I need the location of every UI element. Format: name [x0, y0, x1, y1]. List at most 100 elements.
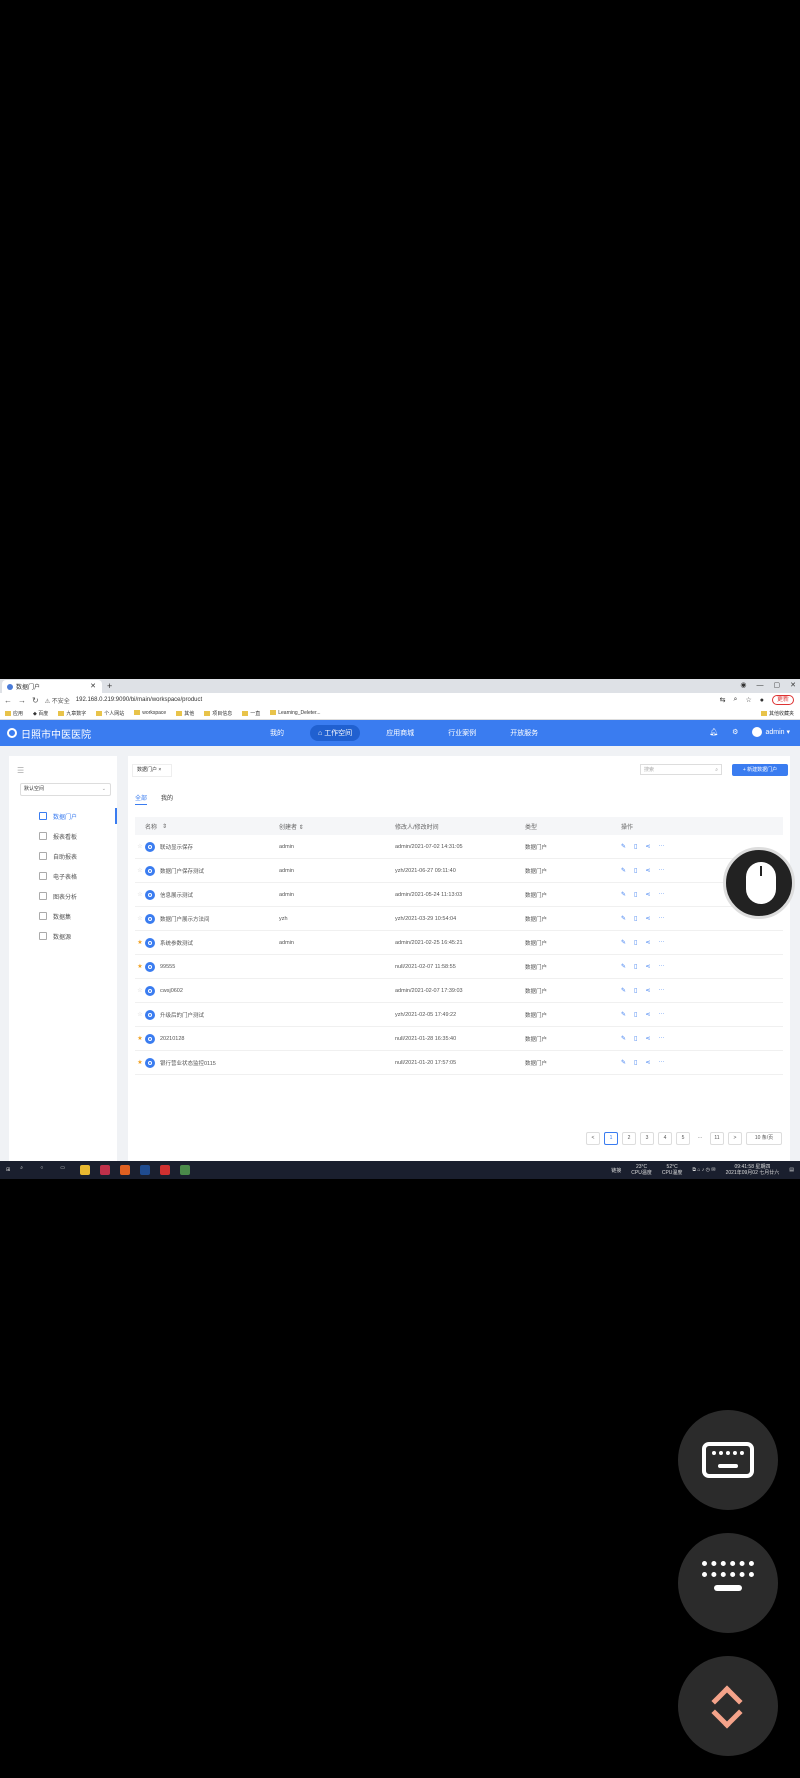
browser-tab[interactable]: 数据门户 ✕: [2, 680, 102, 693]
share-icon[interactable]: ⋖: [645, 867, 650, 874]
bookmark-item[interactable]: 应用: [5, 710, 23, 717]
page-button[interactable]: 1: [604, 1132, 618, 1145]
bookmark-item[interactable]: workspace: [134, 710, 166, 716]
search-input[interactable]: 搜索 ⌕: [640, 764, 722, 775]
more-icon[interactable]: ···: [658, 1035, 664, 1042]
more-icon[interactable]: ···: [658, 915, 664, 922]
share-icon[interactable]: ⋖: [645, 843, 650, 850]
row-name[interactable]: 升级后的门户测试: [160, 1011, 204, 1019]
nav-item-workspace[interactable]: ⌂ 工作空间: [310, 725, 361, 741]
mouse-mode-button[interactable]: [723, 847, 795, 919]
prev-page-button[interactable]: <: [586, 1132, 600, 1145]
star-icon[interactable]: ★: [135, 963, 145, 970]
sidebar-item-chart-analysis[interactable]: 图表分析: [9, 886, 117, 906]
star-icon[interactable]: ☆: [135, 843, 145, 850]
workspace-select[interactable]: 默认空间 ⌄: [20, 783, 111, 796]
more-icon[interactable]: ···: [658, 987, 664, 994]
forward-arrow-icon[interactable]: →: [18, 696, 26, 705]
table-row[interactable]: ★ 系统参数测试 admin admin/2021-02-25 16:45:21 数据门…: [135, 931, 783, 955]
search-icon[interactable]: ⌕: [20, 1165, 30, 1175]
nav-item-store[interactable]: 应用商城: [378, 725, 422, 741]
row-name[interactable]: 信息展示测试: [160, 891, 193, 899]
bookmark-item[interactable]: 项目信息: [204, 710, 232, 717]
more-icon[interactable]: ···: [658, 891, 664, 898]
app-logo[interactable]: 日照市中医医院: [7, 726, 91, 741]
table-row[interactable]: ★ 20210128 null/2021-01-28 16:35:40 数据门户 ✎ ▯ ⋖…: [135, 1027, 783, 1051]
page-button[interactable]: 5: [676, 1132, 690, 1145]
table-row[interactable]: ☆ 升级后的门户测试 yzh/2021-02-05 17:49:22 数据门户 ✎ ▯ ⋖ ·…: [135, 1003, 783, 1027]
more-icon[interactable]: ···: [658, 843, 664, 850]
star-icon[interactable]: ★: [135, 939, 145, 946]
notification-icon[interactable]: ▤: [789, 1167, 794, 1173]
edit-icon[interactable]: ✎: [621, 987, 626, 994]
bookmark-item[interactable]: 九章数字: [58, 710, 86, 717]
copy-icon[interactable]: ▯: [634, 1035, 637, 1042]
link-label[interactable]: 链接: [611, 1167, 621, 1174]
task-view-icon[interactable]: ▭: [60, 1165, 70, 1175]
edit-icon[interactable]: ✎: [621, 891, 626, 898]
sidebar-item-data-portal[interactable]: 数据门户: [9, 806, 117, 826]
star-icon[interactable]: ☆: [135, 987, 145, 994]
star-icon[interactable]: ☆: [135, 915, 145, 922]
column-header-name[interactable]: 名称 ⇕: [145, 822, 279, 831]
copy-icon[interactable]: ▯: [634, 843, 637, 850]
page-button[interactable]: 3: [640, 1132, 654, 1145]
row-name[interactable]: 银行营业状态监控0115: [160, 1059, 216, 1067]
row-name[interactable]: 系统参数测试: [160, 939, 193, 947]
close-icon[interactable]: ×: [158, 767, 161, 773]
share-icon[interactable]: ⋖: [645, 1059, 650, 1066]
edit-icon[interactable]: ✎: [621, 1035, 626, 1042]
bookmark-item[interactable]: ◆ 百度: [33, 710, 48, 717]
reload-icon[interactable]: ↻: [32, 696, 39, 705]
sidebar-item-dashboard[interactable]: 报表看板: [9, 826, 117, 846]
share-icon[interactable]: ⋖: [645, 939, 650, 946]
next-page-button[interactable]: >: [728, 1132, 742, 1145]
table-row[interactable]: ☆ 数据门户展示方法间 yzh yzh/2021-03-29 10:54:04 数据门户…: [135, 907, 783, 931]
add-portal-button[interactable]: + 新建数据门户: [732, 764, 788, 776]
scroll-toggle-button[interactable]: [678, 1656, 778, 1756]
share-icon[interactable]: ⋖: [645, 987, 650, 994]
share-icon[interactable]: ⋖: [645, 891, 650, 898]
star-icon[interactable]: ☆: [135, 891, 145, 898]
row-name[interactable]: cwsj0602: [160, 988, 183, 994]
sidebar-item-datasource[interactable]: 数据源: [9, 926, 117, 946]
bookmark-item[interactable]: Learning_Deleter...: [270, 710, 321, 716]
user-menu[interactable]: admin ▾: [752, 727, 790, 737]
more-icon[interactable]: ···: [658, 939, 664, 946]
page-button[interactable]: 2: [622, 1132, 636, 1145]
bookmark-item[interactable]: 一直: [242, 710, 260, 717]
star-icon[interactable]: ★: [135, 1059, 145, 1066]
copy-icon[interactable]: ▯: [634, 987, 637, 994]
more-icon[interactable]: ···: [658, 1011, 664, 1018]
more-icon[interactable]: ···: [658, 1059, 664, 1066]
gear-icon[interactable]: ⚙: [732, 728, 738, 736]
edit-icon[interactable]: ✎: [621, 963, 626, 970]
url-field[interactable]: 192.168.0.219:9090/bi/main/workspace/pro…: [76, 697, 202, 703]
star-icon[interactable]: ☆: [135, 867, 145, 874]
table-row[interactable]: ★ 银行营业状态监控0115 null/2021-01-20 17:57:05 数据门…: [135, 1051, 783, 1075]
chrome-icon[interactable]: [180, 1165, 191, 1175]
virtual-keyboard-button[interactable]: [678, 1533, 778, 1633]
edit-icon[interactable]: ✎: [621, 1011, 626, 1018]
star-icon[interactable]: ☆: [135, 1011, 145, 1018]
edit-icon[interactable]: ✎: [621, 867, 626, 874]
page-size-select[interactable]: 10 条/页: [746, 1132, 782, 1145]
row-name[interactable]: 20210128: [160, 1036, 184, 1042]
column-header-creator[interactable]: 创建者 ⇕: [279, 822, 395, 831]
table-row[interactable]: ☆ 信息展示测试 admin admin/2021-05-24 11:13:03 数据门…: [135, 883, 783, 907]
bookmark-item[interactable]: 其他: [176, 710, 194, 717]
collapse-menu-icon[interactable]: ☰: [17, 766, 117, 775]
table-row[interactable]: ☆ cwsj0602 admin/2021-02-07 17:39:03 数据门户 ✎ ▯…: [135, 979, 783, 1003]
wps-icon[interactable]: [160, 1165, 171, 1175]
table-row[interactable]: ☆ 数据门户保存测试 admin yzh/2021-06-27 09:11:40 数据门…: [135, 859, 783, 883]
share-icon[interactable]: ⋖: [645, 1035, 650, 1042]
copy-icon[interactable]: ▯: [634, 1059, 637, 1066]
page-button[interactable]: 11: [710, 1132, 724, 1145]
nav-item-mine[interactable]: 我的: [262, 725, 292, 741]
row-name[interactable]: 数据门户展示方法间: [160, 915, 210, 923]
tab-close-icon[interactable]: ✕: [90, 682, 96, 690]
minimize-button[interactable]: —: [757, 680, 764, 692]
copy-icon[interactable]: ▯: [634, 939, 637, 946]
row-name[interactable]: 99555: [160, 964, 175, 970]
photoshop-icon[interactable]: [140, 1165, 151, 1175]
